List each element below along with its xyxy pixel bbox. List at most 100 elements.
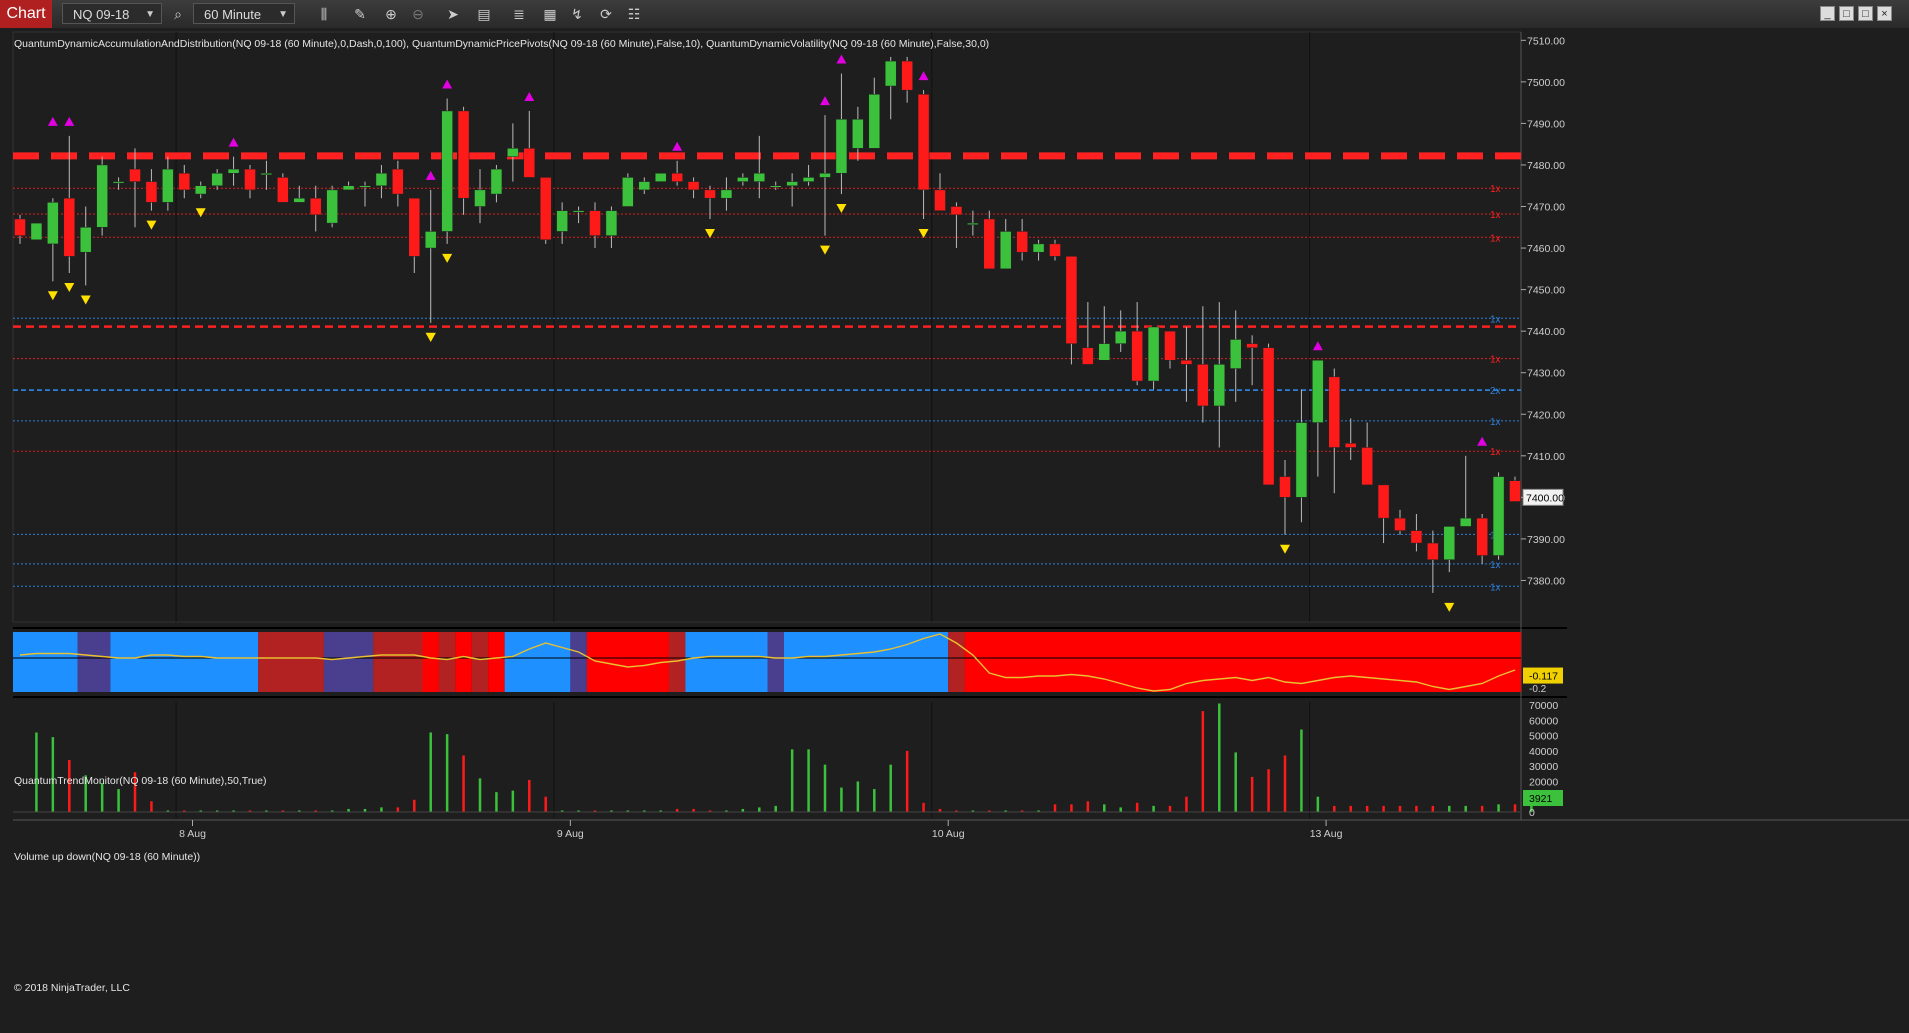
candle-up xyxy=(786,181,798,186)
candle-up xyxy=(1032,243,1045,253)
resistance-level-label: 1x xyxy=(1490,210,1501,221)
candle-down xyxy=(145,181,158,203)
candle-up xyxy=(1443,526,1456,560)
candle-up xyxy=(1312,359,1324,423)
templates-icon[interactable]: ▦ xyxy=(540,4,560,24)
candle-down xyxy=(1361,447,1373,486)
candle-up xyxy=(556,210,568,232)
candle-down xyxy=(1279,476,1291,498)
support-level-label: 1x xyxy=(1490,417,1501,428)
candle-down xyxy=(1328,376,1341,448)
candle-up xyxy=(1459,517,1472,527)
reload-icon[interactable]: ⟳ xyxy=(596,4,616,24)
candle-down xyxy=(14,218,26,236)
trend-segment-bull xyxy=(685,632,768,692)
candle-down xyxy=(129,168,141,182)
trend-segment-weak_bull xyxy=(323,632,374,692)
zoom-in-icon[interactable]: ⊕ xyxy=(381,4,401,24)
trend-segment-bear xyxy=(488,632,505,692)
support-level-label: 1x xyxy=(1490,560,1501,571)
trend-monitor-panel xyxy=(13,632,1521,692)
candle-down xyxy=(589,210,601,236)
candle-up xyxy=(1295,422,1308,498)
trend-segment-weak_bull xyxy=(570,632,587,692)
candle-up xyxy=(326,189,338,224)
trend-axis-label: -0.2 xyxy=(1529,684,1547,695)
candle-up xyxy=(47,202,59,245)
interval-selector[interactable]: 60 Minute ▼ xyxy=(193,3,295,24)
candle-down xyxy=(1509,480,1521,502)
trend-segment-weak_bull xyxy=(77,632,111,692)
candle-down xyxy=(277,177,289,203)
zoom-out-icon[interactable]: ⊖ xyxy=(408,4,428,24)
candle-up xyxy=(375,173,388,186)
support-level-label: 2x xyxy=(1490,386,1501,397)
candle-up xyxy=(852,119,864,149)
candle-up xyxy=(30,222,43,240)
trend-segment-weak_bear xyxy=(948,632,965,692)
restore-button[interactable]: □ xyxy=(1839,6,1854,21)
pencil-icon[interactable]: ✎ xyxy=(350,4,370,24)
candle-down xyxy=(1016,231,1028,253)
chart-canvas[interactable]: 1x1x1x1x1x1x2x1x1x1x1x 7510.007500.00749… xyxy=(0,28,1909,1033)
candle-down xyxy=(392,168,404,195)
candle-up xyxy=(1147,326,1160,382)
candle-up xyxy=(342,185,355,191)
candle-down xyxy=(950,206,963,216)
price-tick-label: 7440.00 xyxy=(1527,326,1565,338)
data-box-icon[interactable]: ☷ xyxy=(624,4,644,24)
trend-segment-bull xyxy=(504,632,571,692)
candle-down xyxy=(1197,364,1209,407)
candle-up xyxy=(819,173,831,178)
properties-icon[interactable]: ▤ xyxy=(474,4,494,24)
drawing-icon[interactable]: ↯ xyxy=(567,4,587,24)
candle-up xyxy=(507,148,519,157)
search-icon[interactable]: ⌕ xyxy=(168,4,188,24)
pointer-icon[interactable]: ➤ xyxy=(443,4,463,24)
candle-up xyxy=(359,185,371,188)
candle-up xyxy=(227,168,240,174)
trend-segment-weak_bear xyxy=(258,632,324,692)
copyright-text: © 2018 NinjaTrader, LLC xyxy=(14,982,130,994)
candle-down xyxy=(1246,343,1258,349)
volume-tick-label: 70000 xyxy=(1529,700,1558,712)
candle-up xyxy=(211,173,223,186)
trend-segment-weak_bear xyxy=(373,632,423,692)
bars-icon[interactable]: ⫼ xyxy=(314,4,334,24)
candle-down xyxy=(309,197,322,216)
resistance-level-label: 1x xyxy=(1490,355,1501,366)
instrument-selector[interactable]: NQ 09-18 ▼ xyxy=(62,3,162,24)
chart-tab[interactable]: Chart xyxy=(0,0,52,28)
candle-down xyxy=(917,94,930,191)
price-tick-label: 7380.00 xyxy=(1527,575,1565,587)
last-price-label: 7400.00 xyxy=(1526,492,1564,504)
volume-tick-label: 60000 xyxy=(1529,715,1558,727)
chevron-down-icon: ▼ xyxy=(278,9,288,20)
candle-down xyxy=(687,181,700,191)
price-tick-label: 7430.00 xyxy=(1527,368,1565,380)
candle-up xyxy=(802,177,815,182)
trend-segment-bear xyxy=(964,632,1521,692)
candle-down xyxy=(704,189,716,199)
candle-down xyxy=(1476,517,1488,556)
volume-tick-label: 0 xyxy=(1529,807,1535,819)
strategies-icon[interactable]: ≣ xyxy=(509,4,529,24)
support-level-label: 1x xyxy=(1490,582,1501,593)
time-tick-label: 13 Aug xyxy=(1310,828,1343,840)
candle-up xyxy=(737,177,749,182)
trend-segment-bull xyxy=(110,632,259,692)
close-button[interactable]: × xyxy=(1877,6,1892,21)
trend-segment-bull xyxy=(13,632,78,692)
trend-panel-label: QuantumTrendMonitor(NQ 09-18 (60 Minute)… xyxy=(14,775,267,787)
volume-tick-label: 50000 xyxy=(1529,731,1558,743)
candle-up xyxy=(999,231,1012,270)
resistance-level-label: 1x xyxy=(1490,447,1501,458)
resistance-level-label: 1x xyxy=(1490,184,1501,195)
candle-down xyxy=(1082,347,1094,365)
minimize-button[interactable]: _ xyxy=(1820,6,1835,21)
maximize-button[interactable]: □ xyxy=(1858,6,1873,21)
support-level-label: 1x xyxy=(1490,314,1501,325)
candle-up xyxy=(753,173,766,182)
candle-down xyxy=(523,148,536,178)
indicators-label: QuantumDynamicAccumulationAndDistributio… xyxy=(14,38,989,50)
